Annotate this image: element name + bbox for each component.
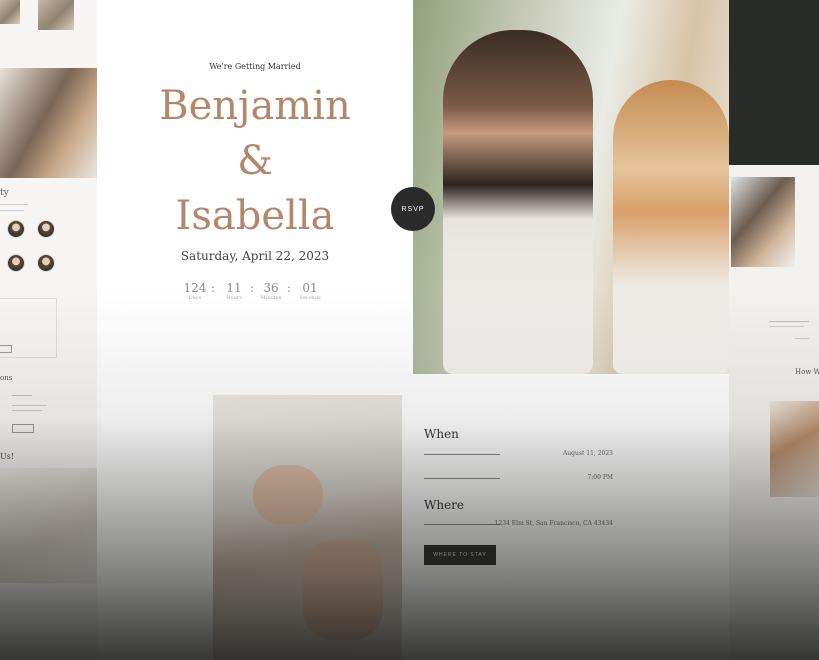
when-date: August 11, 2023 bbox=[562, 450, 613, 457]
right-heading: How W bbox=[795, 368, 819, 376]
left-text-line bbox=[0, 204, 28, 205]
right-couple-photo bbox=[731, 177, 795, 267]
divider bbox=[424, 478, 500, 479]
where-heading: Where bbox=[424, 498, 465, 512]
main-preview: We're Getting Married Benjamin & Isabell… bbox=[97, 0, 729, 660]
countdown: 124 Days : 11 Hours : 36 Minutes : 01 Se… bbox=[183, 281, 323, 303]
countdown-days: 124 Days bbox=[183, 281, 207, 301]
countdown-hours: 11 Hours bbox=[223, 281, 245, 301]
avatar bbox=[7, 220, 25, 238]
hero-couple-photo bbox=[413, 0, 729, 374]
hero-tagline: We're Getting Married bbox=[209, 62, 301, 71]
countdown-value: 124 bbox=[183, 281, 207, 295]
left-photo-top-1 bbox=[0, 0, 20, 24]
countdown-value: 36 bbox=[263, 281, 279, 295]
when-heading: When bbox=[424, 427, 459, 441]
left-registry-button[interactable] bbox=[12, 424, 34, 433]
countdown-value: 11 bbox=[226, 281, 242, 295]
groom-figure bbox=[443, 30, 593, 374]
hand-figure bbox=[303, 540, 383, 640]
right-text-line bbox=[795, 338, 809, 339]
countdown-seconds: 01 Seconds bbox=[297, 281, 323, 301]
avatar bbox=[37, 254, 55, 272]
left-text-line bbox=[12, 405, 47, 406]
countdown-value: 01 bbox=[302, 281, 318, 295]
right-text-line bbox=[769, 326, 804, 327]
ring-photo bbox=[213, 395, 402, 660]
divider bbox=[424, 454, 500, 455]
left-text-line bbox=[0, 210, 24, 211]
left-small-button[interactable] bbox=[0, 345, 12, 353]
countdown-separator: : bbox=[287, 281, 292, 295]
countdown-separator: : bbox=[250, 281, 255, 295]
avatar bbox=[37, 220, 55, 238]
hero-ampersand: & bbox=[237, 138, 273, 184]
countdown-label: Seconds bbox=[299, 295, 321, 301]
left-couple-photo bbox=[0, 68, 97, 178]
where-address: 1234 Elm St, San Francisco, CA 43434 bbox=[494, 520, 613, 527]
countdown-label: Minutes bbox=[260, 295, 282, 301]
when-time: 7:00 PM bbox=[587, 474, 613, 481]
left-bottom-photo bbox=[0, 468, 97, 583]
left-heading-party: ty bbox=[0, 188, 9, 198]
countdown-separator: : bbox=[211, 281, 216, 295]
divider bbox=[424, 524, 500, 525]
hero-name-1: Benjamin bbox=[159, 83, 351, 129]
right-preview-panel: How W bbox=[729, 165, 819, 660]
right-text-line bbox=[769, 321, 809, 322]
where-to-stay-button[interactable]: WHERE TO STAY bbox=[424, 545, 496, 565]
left-preview-panel: ty ons Us! bbox=[0, 0, 97, 660]
countdown-label: Hours bbox=[226, 295, 242, 301]
avatar bbox=[7, 254, 25, 272]
left-photo-top-2 bbox=[38, 0, 74, 30]
countdown-minutes: 36 Minutes bbox=[259, 281, 283, 301]
hero-name-2: Isabella bbox=[175, 193, 335, 239]
left-heading-join: Us! bbox=[0, 452, 15, 461]
left-text-line bbox=[12, 395, 32, 396]
countdown-label: Days bbox=[188, 295, 202, 301]
hero-date: Saturday, April 22, 2023 bbox=[180, 249, 330, 263]
hand-figure bbox=[253, 465, 323, 525]
rsvp-button[interactable]: RSVP bbox=[391, 187, 435, 231]
right-photo bbox=[770, 401, 819, 497]
left-heading-registry: ons bbox=[0, 374, 13, 382]
left-text-line bbox=[12, 410, 42, 411]
bride-figure bbox=[613, 80, 729, 374]
